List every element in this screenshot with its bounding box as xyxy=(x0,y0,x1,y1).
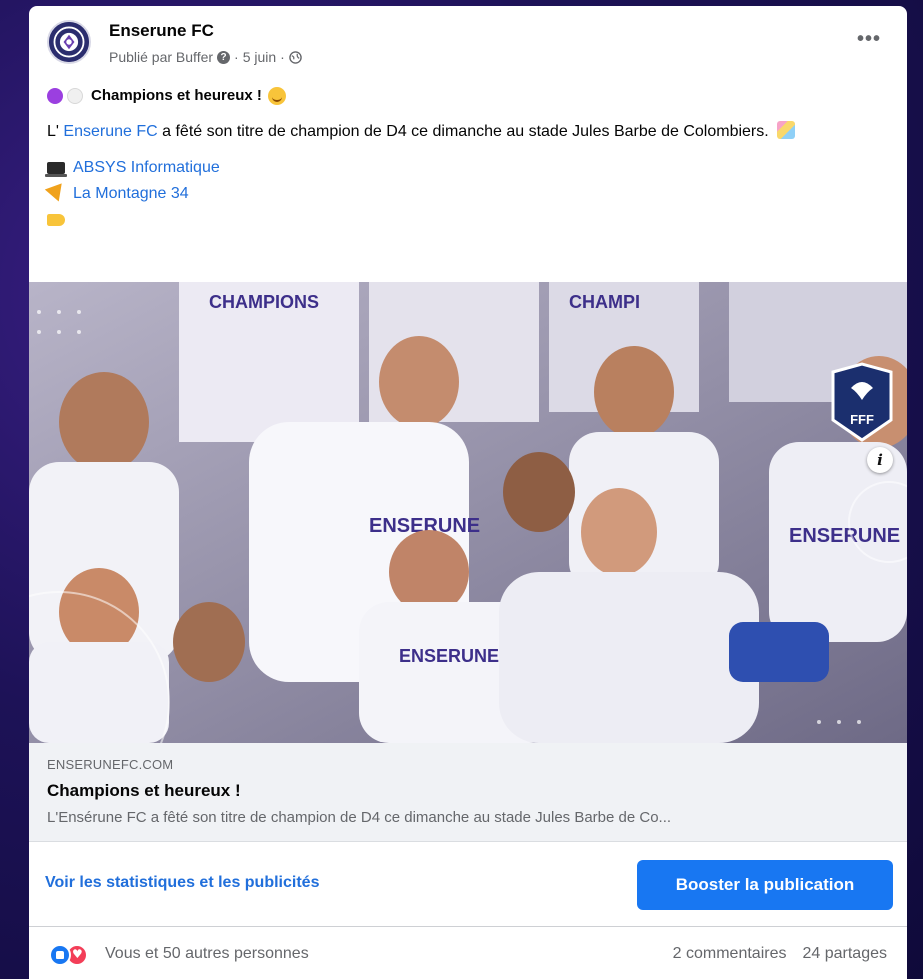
sponsor-link-montagne[interactable]: La Montagne 34 xyxy=(73,182,189,206)
published-by: Publié par Buffer xyxy=(109,49,214,65)
svg-text:CHAMPI: CHAMPI xyxy=(569,292,640,312)
link-preview[interactable]: ENSERUNEFC.COM Champions et heureux ! L'… xyxy=(29,743,907,842)
question-circle-icon[interactable]: ? xyxy=(217,50,231,64)
post-meta: Publié par Buffer ? · 5 juin · xyxy=(109,49,302,65)
link-title: Champions et heureux ! xyxy=(47,781,241,800)
globe-icon xyxy=(289,50,302,64)
white-circle-emoji-icon xyxy=(67,88,83,104)
post-text: Champions et heureux ! L' Enserune FC a … xyxy=(44,84,887,226)
info-icon[interactable]: i xyxy=(867,447,893,473)
fff-badge-text: FFF xyxy=(850,412,874,427)
svg-text:CHAMPIONS: CHAMPIONS xyxy=(209,292,319,312)
pointing-hand-emoji-icon xyxy=(47,214,65,226)
svg-text:ENSERUNE FC: ENSERUNE FC xyxy=(789,525,907,547)
like-reaction-icon xyxy=(49,944,71,966)
sponsor-link-absys[interactable]: ABSYS Informatique xyxy=(73,156,220,180)
para-prefix: L' xyxy=(47,123,59,140)
page-mention-link[interactable]: Enserune FC xyxy=(63,123,157,140)
smiling-face-emoji-icon xyxy=(267,87,286,105)
laptop-emoji-icon xyxy=(45,162,67,177)
shares-count[interactable]: 24 partages xyxy=(802,945,887,963)
engagement-bar: Vous et 50 autres personnes 2 commentair… xyxy=(29,927,907,979)
view-insights-link[interactable]: Voir les statistiques et les publicités xyxy=(45,874,319,892)
sponsor-line-1: ABSYS Informatique xyxy=(45,156,887,180)
post-headline: Champions et heureux ! xyxy=(91,87,262,104)
headline-line: Champions et heureux ! xyxy=(47,84,887,108)
action-row: Voir les statistiques et les publicités … xyxy=(29,842,907,927)
purple-circle-emoji-icon xyxy=(47,88,63,104)
link-description: L'Ensérune FC a fêté son titre de champi… xyxy=(47,809,672,826)
page-avatar[interactable] xyxy=(47,20,91,64)
post-photo[interactable]: CHAMPIONS CHAMPI ENSERUNE ENSERUNE FC EN… xyxy=(29,282,907,743)
meta-separator: · xyxy=(234,49,239,65)
comments-count[interactable]: 2 commentaires xyxy=(673,945,787,963)
confetti-emoji-icon xyxy=(777,121,796,139)
pizza-emoji-icon xyxy=(44,183,68,205)
post-date[interactable]: 5 juin xyxy=(243,49,276,65)
engagement-counts: 2 commentaires 24 partages xyxy=(673,945,887,963)
post-paragraph: L' Enserune FC a fêté son titre de champ… xyxy=(47,120,887,144)
para-text: a fêté son titre de champion de D4 ce di… xyxy=(162,123,769,140)
sponsor-line-2: La Montagne 34 xyxy=(44,182,887,206)
fff-logo-icon: FFF xyxy=(829,362,895,442)
post-header: Enserune FC Publié par Buffer ? · 5 juin… xyxy=(29,6,907,74)
page-name[interactable]: Enserune FC xyxy=(109,21,214,41)
facebook-post-card: Enserune FC Publié par Buffer ? · 5 juin… xyxy=(29,6,907,979)
reactions-count[interactable]: Vous et 50 autres personnes xyxy=(105,945,309,963)
boost-post-button[interactable]: Booster la publication xyxy=(637,860,893,910)
link-domain: ENSERUNEFC.COM xyxy=(47,757,174,772)
more-options-icon[interactable]: ••• xyxy=(857,28,881,51)
reaction-icons[interactable] xyxy=(49,944,88,966)
meta-separator: · xyxy=(280,49,285,65)
pointing-line xyxy=(47,206,887,226)
